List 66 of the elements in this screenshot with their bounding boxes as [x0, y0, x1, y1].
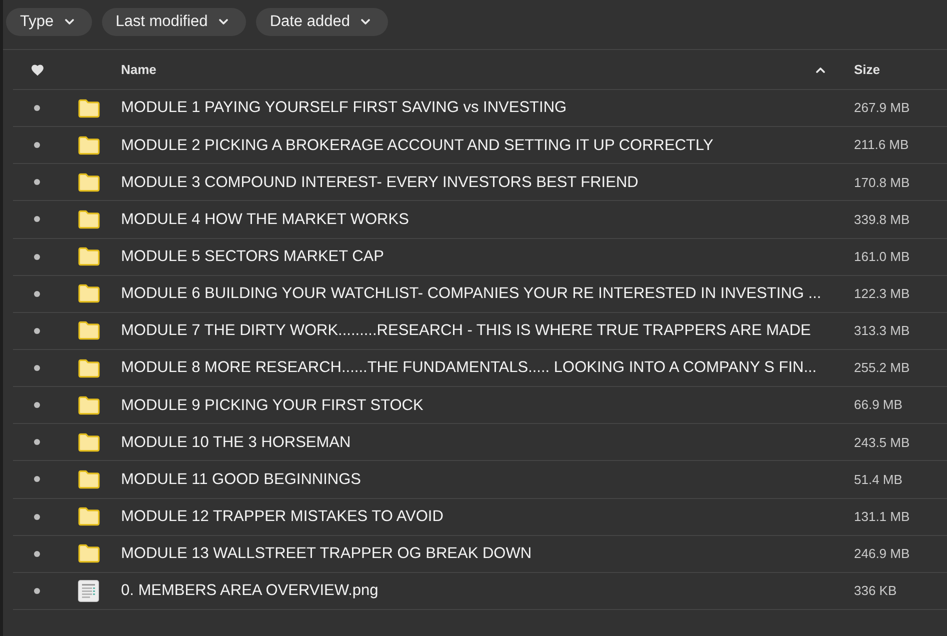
folder-icon	[78, 432, 100, 452]
dot-icon[interactable]	[34, 254, 40, 260]
file-size: 170.8 MB	[853, 174, 910, 192]
heart-icon[interactable]	[30, 64, 44, 76]
filter-dropdown-button[interactable]: Last modified	[102, 8, 246, 36]
file-size: 211.6 MB	[853, 136, 909, 154]
folder-icon	[78, 321, 100, 340]
column-header[interactable]: Name	[121, 60, 156, 80]
filter-dropdown-button[interactable]: Date added	[256, 8, 388, 36]
file-size: 131.1 MB	[853, 508, 910, 526]
folder-icon	[78, 470, 100, 489]
file-size: 161.0 MB	[853, 248, 910, 266]
folder-icon	[78, 247, 100, 266]
file-name[interactable]: MODULE 10 THE 3 HORSEMAN	[121, 430, 351, 454]
file-name[interactable]: 0. MEMBERS AREA OVERVIEW.png	[121, 579, 378, 603]
file-size: 255.2 MB	[853, 359, 910, 378]
dot-icon[interactable]	[34, 179, 40, 186]
dot-icon[interactable]	[34, 105, 40, 112]
dot-icon[interactable]	[34, 328, 40, 334]
chevron-down-icon	[218, 19, 228, 25]
filter-dropdown-button[interactable]: Type	[6, 8, 92, 36]
document-icon	[78, 580, 99, 602]
folder-icon	[78, 284, 100, 304]
dot-icon[interactable]	[34, 476, 40, 482]
dot-icon[interactable]	[34, 402, 40, 408]
column-header[interactable]: Size	[854, 60, 880, 80]
file-name[interactable]: MODULE 12 TRAPPER MISTAKES TO AVOID	[121, 504, 444, 528]
folder-icon	[78, 98, 100, 118]
folder-icon	[78, 544, 100, 564]
dot-icon[interactable]	[34, 216, 40, 222]
file-name[interactable]: MODULE 3 COMPOUND INTEREST- EVERY INVESTORS BEST FRIEND	[121, 170, 638, 194]
file-name[interactable]: MODULE 4 HOW THE MARKET WORKS	[121, 208, 409, 232]
folder-icon	[78, 172, 100, 192]
file-size: 122.3 MB	[853, 285, 910, 304]
file-name[interactable]: MODULE 13 WALLSTREET TRAPPER OG BREAK DOWN	[121, 542, 532, 566]
folder-icon	[78, 396, 100, 415]
file-size: 243.5 MB	[853, 434, 910, 452]
file-name[interactable]: MODULE 8 MORE RESEARCH......THE FUNDAMENTALS..... LOOKING INTO A COMPANY S FIN...	[121, 356, 817, 380]
chevron-down-icon	[64, 19, 74, 25]
file-size: 66.9 MB	[853, 396, 902, 414]
dot-icon[interactable]	[34, 365, 40, 372]
file-name[interactable]: MODULE 11 GOOD BEGINNINGS	[121, 468, 362, 492]
folder-icon	[78, 358, 100, 378]
file-size: 313.3 MB	[853, 322, 910, 340]
chevron-down-icon	[360, 19, 370, 25]
dot-icon[interactable]	[34, 514, 40, 520]
dot-icon[interactable]	[34, 290, 40, 297]
file-name[interactable]: MODULE 1 PAYING YOURSELF FIRST SAVING vs INVESTING	[121, 96, 567, 120]
file-size: 246.9 MB	[853, 545, 910, 563]
file-name[interactable]: MODULE 2 PICKING A BROKERAGE ACCOUNT AND SETTING IT UP CORRECTLY	[121, 134, 714, 157]
folder-icon	[78, 210, 100, 229]
file-size: 267.9 MB	[853, 99, 910, 118]
file-size: 336 KB	[853, 582, 897, 600]
file-name[interactable]: MODULE 9 PICKING YOUR FIRST STOCK	[121, 394, 424, 417]
folder-icon	[78, 507, 100, 526]
sort-up-icon[interactable]	[816, 66, 824, 72]
dot-icon[interactable]	[34, 588, 40, 594]
folder-icon	[78, 136, 100, 155]
file-name[interactable]: MODULE 6 BUILDING YOUR WATCHLIST- COMPANIES YOUR RE INTERESTED IN INVESTING ...	[121, 282, 822, 306]
dot-icon[interactable]	[34, 439, 40, 446]
file-size: 339.8 MB	[853, 210, 910, 229]
dot-icon[interactable]	[34, 550, 40, 557]
file-name[interactable]: MODULE 7 THE DIRTY WORK.........RESEARCH - THIS IS WHERE TRUE TRAPPERS ARE MADE	[121, 319, 811, 343]
dot-icon[interactable]	[34, 142, 40, 148]
file-size: 51.4 MB	[853, 470, 902, 489]
file-name[interactable]: MODULE 5 SECTORS MARKET CAP	[121, 245, 384, 268]
